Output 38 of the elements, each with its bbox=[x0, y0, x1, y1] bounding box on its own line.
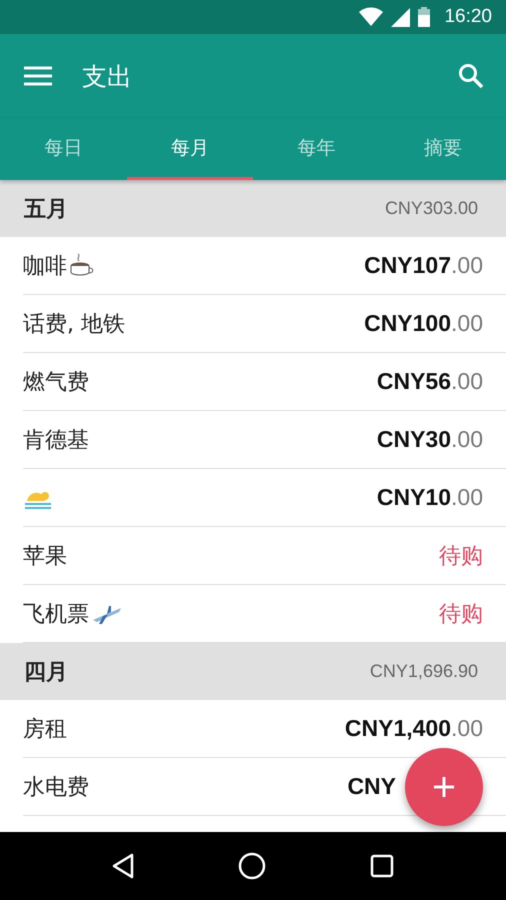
search-icon bbox=[458, 63, 484, 89]
home-icon[interactable] bbox=[238, 852, 266, 880]
item-name: 燃气费 bbox=[23, 368, 89, 396]
status-time: 16:20 bbox=[444, 6, 492, 28]
month-label: 四月 bbox=[24, 658, 68, 686]
month-total: CNY303.00 bbox=[384, 198, 478, 219]
menu-button[interactable] bbox=[24, 66, 52, 86]
tab[interactable]: 摘要 bbox=[380, 118, 506, 180]
item-amount: CNY100.00 bbox=[364, 310, 483, 337]
item-name: 房租 bbox=[23, 716, 67, 744]
item-amount: CNY107.00 bbox=[364, 252, 483, 279]
tab[interactable]: 每年 bbox=[253, 118, 380, 180]
item-amount: CNY1,400.00 bbox=[344, 715, 483, 742]
recents-icon[interactable] bbox=[370, 854, 394, 878]
item-name: 飞机票 bbox=[23, 600, 89, 628]
item-amount: CNY30.00 bbox=[376, 426, 483, 453]
month-total: CNY1,696.90 bbox=[370, 661, 478, 682]
item-status: 待购 bbox=[439, 600, 483, 628]
wifi-icon bbox=[359, 7, 384, 27]
add-button[interactable] bbox=[405, 748, 483, 826]
item-amount: CNY bbox=[347, 773, 396, 800]
item-name: 话费, 地铁 bbox=[23, 310, 125, 338]
item-amount: CNY10.00 bbox=[376, 484, 483, 511]
item-status: 待购 bbox=[439, 542, 483, 570]
screen-title: 支出 bbox=[82, 60, 133, 92]
tab[interactable]: 每日 bbox=[0, 118, 126, 180]
back-icon[interactable] bbox=[112, 853, 134, 879]
search-button[interactable] bbox=[458, 63, 484, 89]
item-name: 肯德基 bbox=[23, 426, 89, 454]
item-amount: CNY56.00 bbox=[376, 368, 483, 395]
signal-icon bbox=[391, 8, 410, 26]
menu-icon bbox=[24, 66, 52, 86]
battery-icon bbox=[418, 7, 430, 27]
plus-icon bbox=[433, 776, 455, 798]
item-name: 苹果 bbox=[23, 542, 67, 570]
month-label: 五月 bbox=[24, 196, 68, 224]
item-name: 水电费 bbox=[23, 774, 89, 802]
item-name: 咖啡 bbox=[23, 252, 67, 280]
